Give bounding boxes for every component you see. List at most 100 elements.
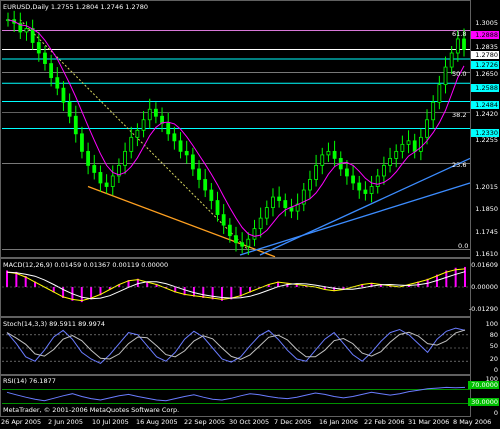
price-label: 1.2330 (471, 129, 499, 137)
fib-label: 23.6 (452, 161, 467, 169)
candle-body (394, 150, 399, 159)
macd-ytick: 0.01609 (471, 261, 498, 269)
candle-body (412, 140, 417, 152)
candle-body (400, 143, 405, 152)
ytick: 1.1745 (475, 228, 498, 236)
candle-body (153, 108, 158, 117)
candle-body (135, 129, 140, 138)
rsi-header: RSI(14) 76.1877 (3, 377, 56, 385)
stoch-ytick: 80 (489, 331, 498, 339)
candle-body (203, 179, 208, 191)
price-label: 1.2780 (471, 51, 499, 59)
xtick: 8 May 2006 (453, 418, 492, 426)
ytick: 1.1610 (475, 250, 498, 258)
price-label: 1.2726 (471, 61, 499, 69)
macd-header: MACD(12,26,9) 0.01459 0.01367 0.00119 0.… (3, 261, 169, 269)
candle-body (141, 119, 146, 131)
candle-body (73, 115, 78, 135)
candle-body (80, 133, 84, 152)
candle-body (227, 224, 232, 237)
rsi-ytick: 0 (493, 409, 498, 417)
xtick: 16 Jan 2006 (319, 418, 358, 426)
fib-label: 38.2 (452, 111, 467, 119)
xtick: 22 Feb 2006 (364, 418, 405, 426)
candle-body (252, 228, 257, 240)
xtick: 2 Jun 2005 (48, 418, 83, 426)
price-label: 1.2484 (471, 101, 499, 109)
candle-body (332, 150, 337, 159)
candle-body (55, 77, 60, 89)
candle-body (326, 150, 331, 156)
candle-body (455, 38, 460, 54)
candle-body (431, 101, 436, 121)
candle-body (375, 175, 380, 187)
candle-body (67, 101, 72, 117)
candle-body (258, 217, 263, 230)
main-chart-header: EURUSD,Daily 1.2755 1.2804 1.2746 1.2780 (3, 3, 149, 11)
candle-body (197, 168, 201, 180)
candle-body (110, 175, 115, 187)
fib-label: 50.0 (452, 70, 467, 78)
candle-body (381, 165, 386, 177)
ytick: 1.3005 (475, 19, 498, 27)
candle-body (351, 175, 355, 184)
xtick: 22 Sep 2005 (184, 418, 226, 426)
fib-label: 61.8 (452, 30, 467, 38)
candle-body (178, 140, 183, 152)
stoch-ytick: 0 (493, 366, 498, 374)
candle-body (246, 238, 251, 247)
macd-ytick: 0.00000 (471, 283, 498, 291)
chart-canvas[interactable] (0, 0, 500, 429)
candle-body (36, 42, 41, 54)
candle-body (221, 214, 226, 226)
candle-body (357, 182, 362, 191)
candle-body (308, 179, 312, 191)
xtick: 26 Apr 2005 (1, 418, 42, 426)
candle-body (24, 28, 29, 33)
candle-body (277, 196, 282, 201)
candle-body (43, 52, 47, 64)
support-line (239, 182, 471, 256)
xtick: 10 Jul 2005 (92, 418, 129, 426)
candle-body (418, 136, 423, 152)
ytick: 1.2650 (475, 70, 498, 78)
candle-body (443, 66, 448, 86)
candle-body (425, 119, 429, 138)
candle-body (166, 122, 171, 135)
candle-body (388, 158, 392, 166)
candle-body (190, 154, 195, 170)
candle-body (314, 165, 319, 180)
rsi-level-label: 30.0000 (468, 398, 499, 406)
candle-body (449, 52, 454, 68)
ytick: 1.2255 (475, 136, 498, 144)
chart-window: EURUSD,Daily 1.2755 1.2804 1.2746 1.2780… (0, 0, 500, 429)
candle-body (215, 200, 220, 216)
stoch-ytick: 20 (489, 355, 498, 363)
candle-body (86, 150, 91, 166)
candle-body (283, 200, 288, 208)
candle-body (462, 38, 466, 50)
candle-body (172, 133, 177, 142)
candle-body (98, 172, 103, 184)
candle-body (369, 186, 374, 194)
stoch-ytick: 50 (489, 342, 498, 350)
fib-label: 0.0 (458, 242, 469, 250)
ytick: 1.2420 (475, 110, 498, 118)
rsi-level-label: 70.0000 (468, 381, 499, 389)
ytick: 1.1850 (475, 205, 498, 213)
candle-body (406, 140, 411, 145)
candle-body (363, 189, 368, 194)
xtick: 16 Aug 2005 (136, 418, 178, 426)
ytick: 1.2835 (475, 43, 498, 51)
candle-body (271, 196, 275, 208)
macd-signal-line (6, 271, 466, 300)
candle-body (61, 87, 66, 103)
stoch-ytick: 100 (485, 320, 498, 328)
xtick: 30 Oct 2005 (229, 418, 270, 426)
candle-body (49, 63, 54, 79)
candle-body (147, 108, 152, 121)
candle-body (289, 207, 294, 212)
candle-body (184, 150, 189, 156)
price-label: 1.2588 (471, 84, 499, 92)
candle-body (345, 168, 349, 177)
